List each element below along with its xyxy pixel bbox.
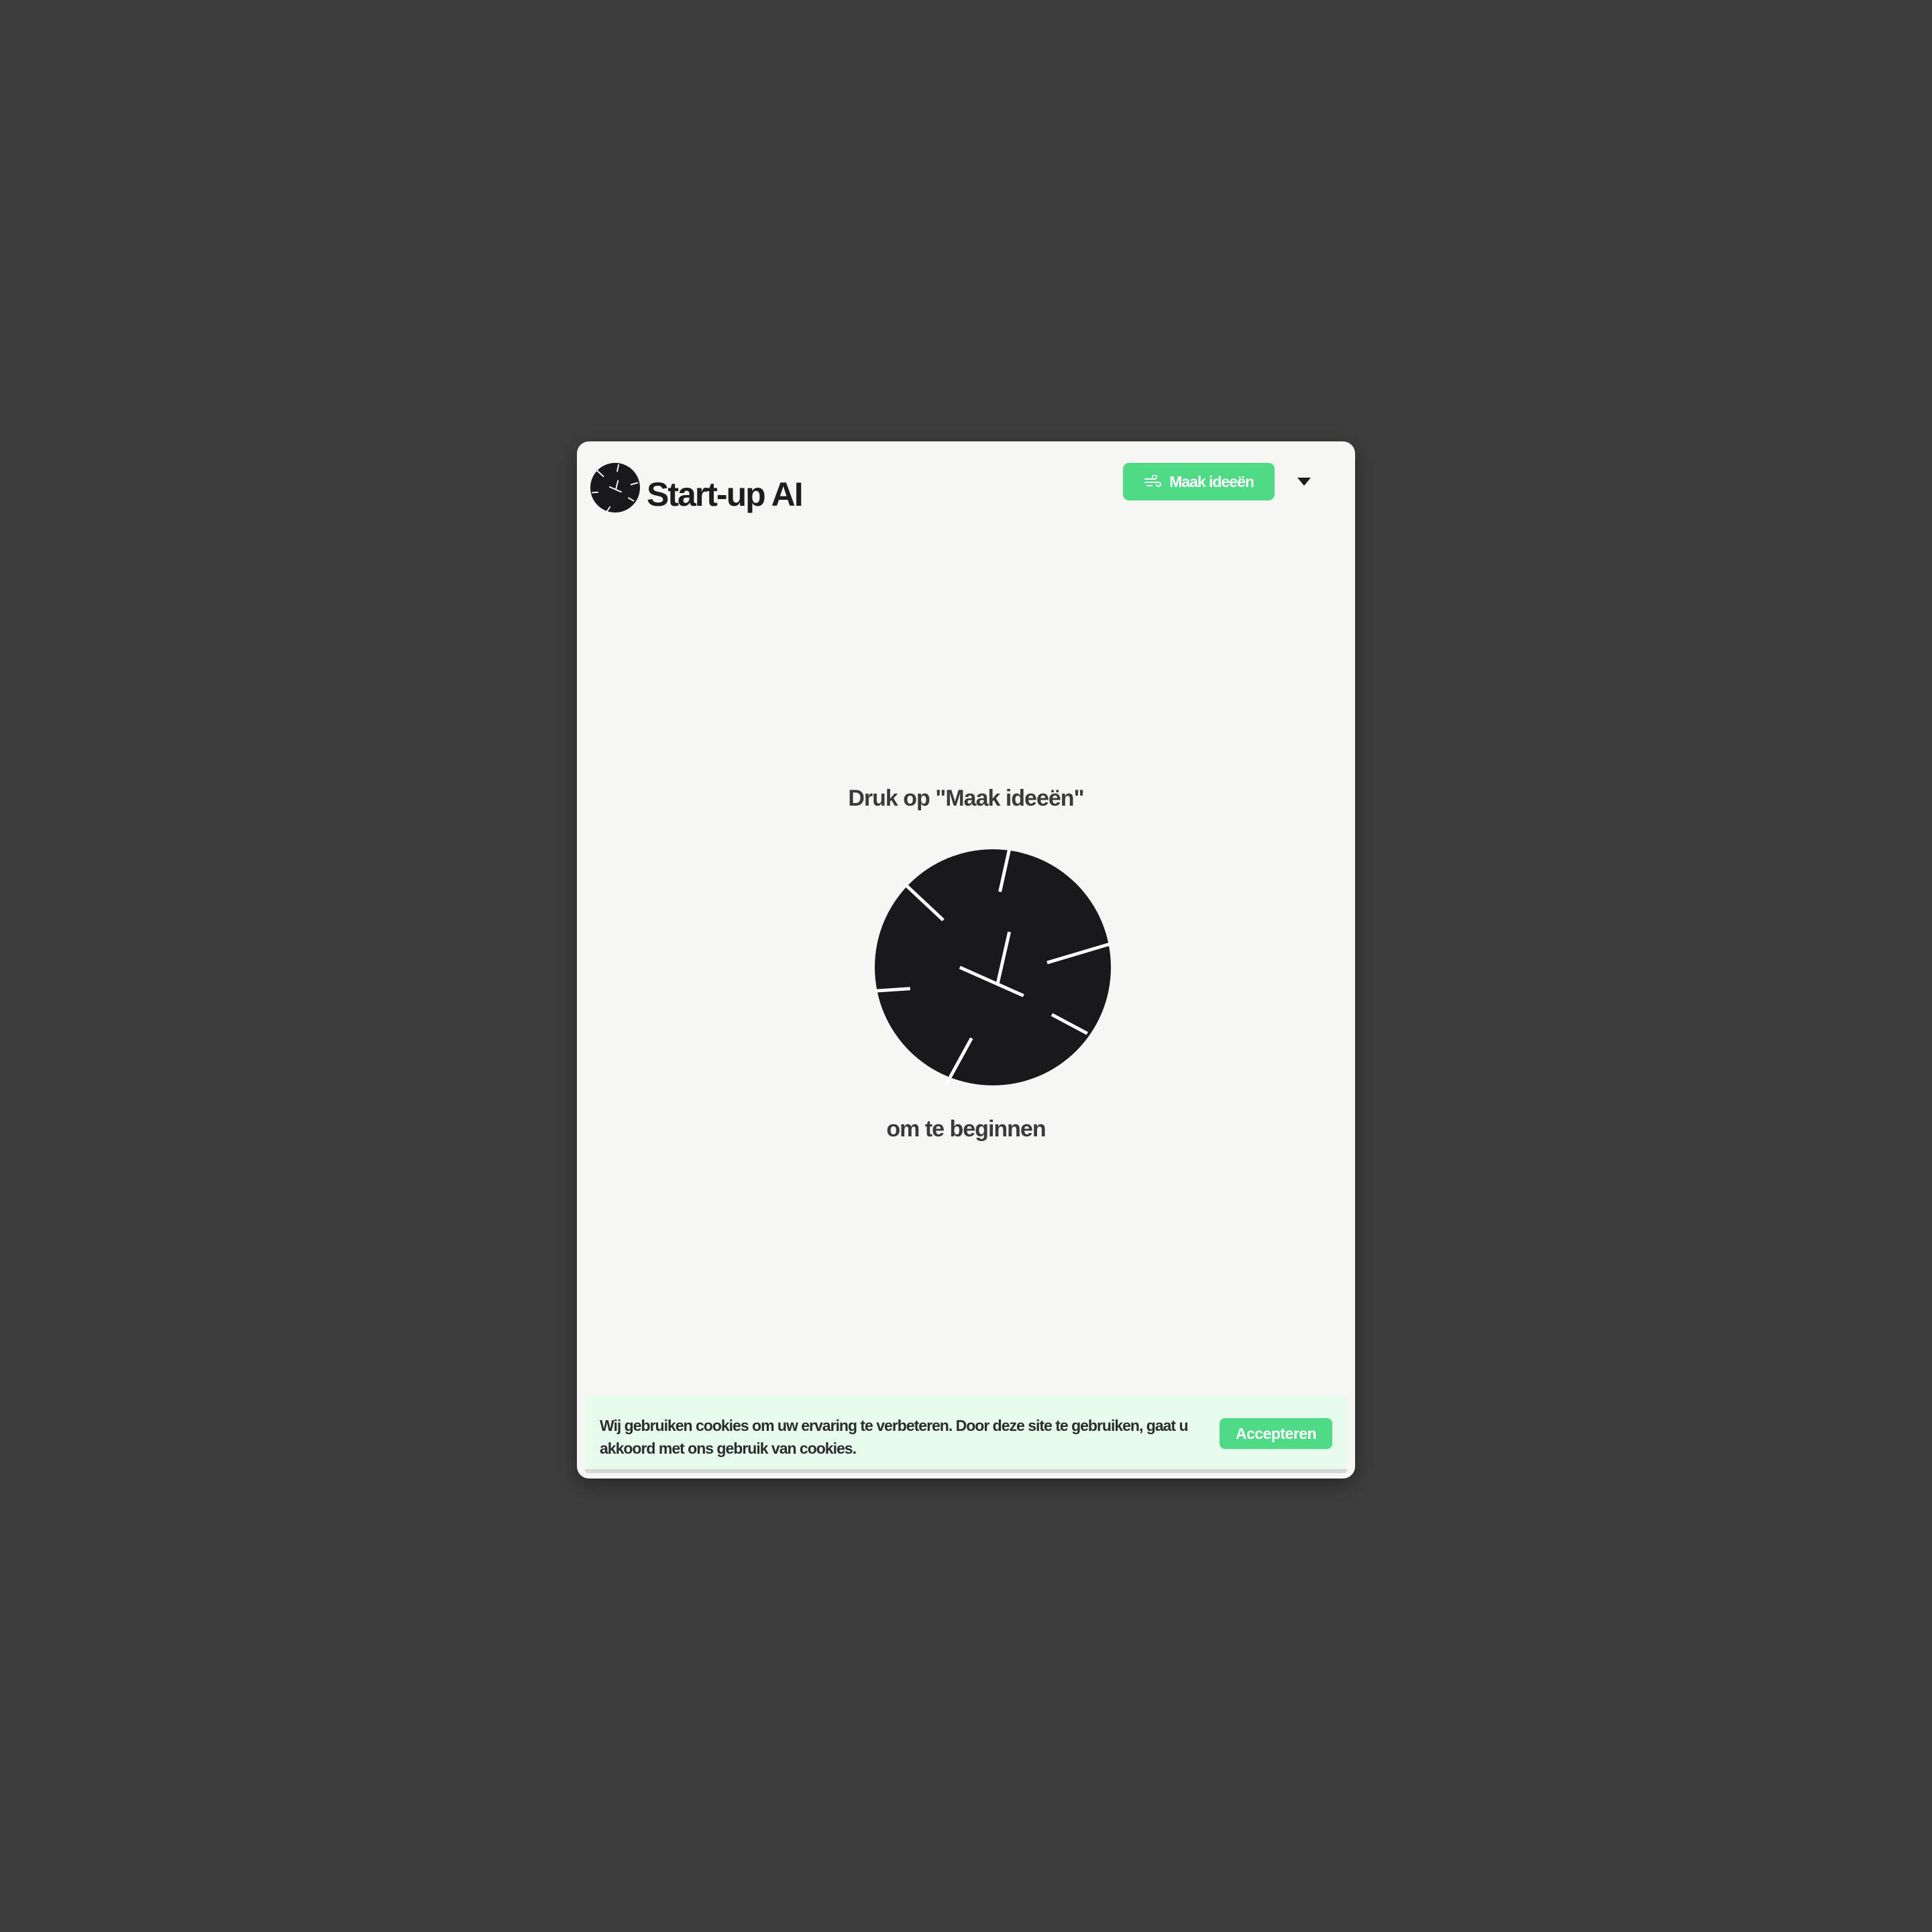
app-card: Start-up AI Maak ideeën Druk op "Maak id… [577, 441, 1355, 1479]
caret-down-icon [1297, 478, 1311, 486]
cookie-banner: Wij gebruiken cookies om uw ervaring te … [585, 1395, 1347, 1473]
brand[interactable]: Start-up AI [590, 452, 804, 513]
prompt-subheading: om te beginnen [886, 1116, 1046, 1142]
options-dropdown-button[interactable] [1292, 470, 1316, 494]
clock-burst-logo-icon [875, 849, 1111, 1085]
cookie-message: Wij gebruiken cookies om uw ervaring te … [600, 1417, 1189, 1457]
clock-burst-logo-icon [590, 463, 640, 513]
make-ideas-button[interactable]: Maak ideeën [1123, 463, 1275, 500]
accept-cookies-button[interactable]: Accepteren [1220, 1418, 1332, 1449]
wind-icon [1144, 475, 1162, 487]
make-ideas-label: Maak ideeën [1169, 472, 1254, 490]
app-title: Start-up AI [647, 476, 804, 513]
prompt-heading: Druk op "Maak ideeën" [848, 786, 1084, 811]
